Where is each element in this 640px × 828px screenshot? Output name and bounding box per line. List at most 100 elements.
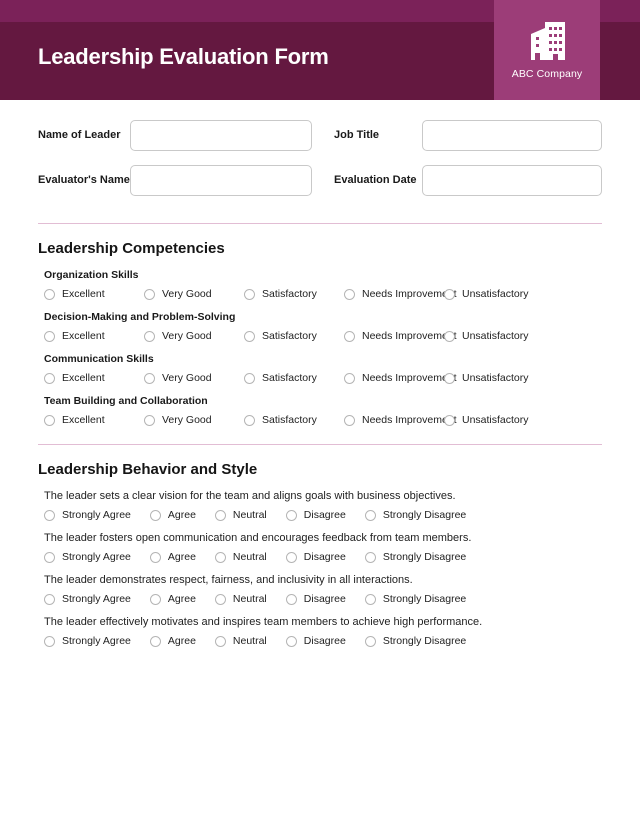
evaluation-date-input[interactable]: [422, 165, 602, 196]
radio-circle-icon[interactable]: [364, 509, 376, 521]
radio-option[interactable]: Strongly Disagree: [364, 593, 466, 605]
behavior-section-title: Leadership Behavior and Style: [38, 461, 258, 478]
radio-option[interactable]: Disagree: [285, 509, 346, 521]
radio-option[interactable]: Satisfactory: [244, 414, 344, 426]
radio-circle-icon[interactable]: [344, 288, 355, 300]
radio-circle-icon[interactable]: [44, 288, 55, 300]
radio-circle-icon[interactable]: [44, 551, 55, 563]
radio-option[interactable]: Disagree: [285, 593, 346, 605]
competency-label: Team Building and Collaboration: [44, 395, 208, 407]
radio-circle-icon[interactable]: [344, 330, 355, 342]
radio-circle-icon[interactable]: [149, 551, 161, 563]
radio-option[interactable]: Neutral: [214, 635, 267, 647]
radio-option[interactable]: Disagree: [285, 635, 346, 647]
name-of-leader-input[interactable]: [130, 120, 312, 151]
radio-option-label: Excellent: [62, 372, 105, 384]
radio-option-label: Unsatisfactory: [462, 330, 529, 342]
radio-circle-icon[interactable]: [144, 288, 155, 300]
radio-circle-icon[interactable]: [214, 635, 226, 647]
radio-option[interactable]: Strongly Agree: [44, 635, 131, 647]
radio-option-label: Excellent: [62, 330, 105, 342]
radio-circle-icon[interactable]: [244, 288, 255, 300]
radio-circle-icon[interactable]: [244, 330, 255, 342]
evaluation-date-label: Evaluation Date: [334, 173, 417, 186]
radio-option[interactable]: Strongly Disagree: [364, 551, 466, 563]
radio-circle-icon[interactable]: [149, 635, 161, 647]
radio-circle-icon[interactable]: [364, 635, 376, 647]
radio-circle-icon[interactable]: [244, 414, 255, 426]
radio-circle-icon[interactable]: [344, 414, 355, 426]
radio-option[interactable]: Satisfactory: [244, 288, 344, 300]
radio-option[interactable]: Neutral: [214, 551, 267, 563]
radio-option[interactable]: Excellent: [44, 288, 144, 300]
radio-option[interactable]: Disagree: [285, 551, 346, 563]
radio-circle-icon[interactable]: [285, 509, 297, 521]
radio-circle-icon[interactable]: [44, 509, 55, 521]
radio-option[interactable]: Agree: [149, 509, 196, 521]
company-logo-label: ABC Company: [511, 68, 583, 80]
radio-option[interactable]: Very Good: [144, 372, 244, 384]
radio-option[interactable]: Strongly Agree: [44, 593, 131, 605]
respondent-fields: Name of Leader Job Title Evaluator's Nam…: [0, 120, 640, 196]
radio-option[interactable]: Strongly Disagree: [364, 509, 466, 521]
radio-option[interactable]: Satisfactory: [244, 372, 344, 384]
radio-option-label: Strongly Disagree: [382, 635, 467, 647]
radio-circle-icon[interactable]: [44, 330, 55, 342]
radio-option[interactable]: Agree: [149, 635, 196, 647]
radio-circle-icon[interactable]: [344, 372, 355, 384]
radio-option[interactable]: Excellent: [44, 414, 144, 426]
radio-option[interactable]: Strongly Disagree: [364, 635, 467, 647]
radio-option[interactable]: Unsatisfactory: [444, 414, 544, 426]
radio-option[interactable]: Needs Improvement: [344, 414, 457, 426]
radio-circle-icon[interactable]: [44, 593, 55, 605]
radio-option-label: Agree: [167, 593, 196, 605]
radio-option[interactable]: Unsatisfactory: [444, 372, 544, 384]
radio-option-label: Strongly Agree: [62, 635, 131, 647]
radio-option[interactable]: Excellent: [44, 330, 144, 342]
radio-group: Strongly Agree Agree Neutral Disagree Strong…: [44, 635, 602, 647]
radio-option[interactable]: Neutral: [214, 593, 267, 605]
radio-option-label: Needs Improvement: [362, 330, 457, 342]
company-logo-box: ABC Company: [494, 0, 600, 100]
radio-option[interactable]: Very Good: [144, 330, 244, 342]
radio-option[interactable]: Needs Improvement: [344, 288, 457, 300]
radio-circle-icon[interactable]: [44, 635, 55, 647]
radio-group: Strongly Agree Agree Neutral Disagree Strong…: [44, 509, 602, 521]
radio-option[interactable]: Very Good: [144, 414, 244, 426]
radio-option[interactable]: Strongly Agree: [44, 509, 131, 521]
radio-circle-icon[interactable]: [364, 593, 376, 605]
radio-option[interactable]: Unsatisfactory: [444, 330, 544, 342]
radio-circle-icon[interactable]: [285, 593, 297, 605]
radio-circle-icon[interactable]: [244, 372, 255, 384]
job-title-input[interactable]: [422, 120, 602, 151]
radio-option[interactable]: Agree: [149, 593, 196, 605]
radio-circle-icon[interactable]: [44, 414, 55, 426]
radio-circle-icon[interactable]: [444, 288, 455, 300]
radio-circle-icon[interactable]: [149, 593, 161, 605]
radio-circle-icon[interactable]: [285, 635, 297, 647]
radio-option[interactable]: Agree: [149, 551, 196, 563]
radio-circle-icon[interactable]: [214, 509, 226, 521]
radio-option[interactable]: Excellent: [44, 372, 144, 384]
radio-circle-icon[interactable]: [444, 330, 455, 342]
radio-circle-icon[interactable]: [364, 551, 376, 563]
radio-option[interactable]: Needs Improvement: [344, 372, 457, 384]
radio-option[interactable]: Strongly Agree: [44, 551, 131, 563]
radio-circle-icon[interactable]: [285, 551, 297, 563]
radio-option[interactable]: Very Good: [144, 288, 244, 300]
divider-middle: [38, 444, 602, 445]
radio-circle-icon[interactable]: [444, 414, 455, 426]
radio-option[interactable]: Unsatisfactory: [444, 288, 544, 300]
radio-option[interactable]: Satisfactory: [244, 330, 344, 342]
radio-circle-icon[interactable]: [144, 372, 155, 384]
radio-circle-icon[interactable]: [149, 509, 161, 521]
radio-circle-icon[interactable]: [214, 593, 226, 605]
radio-circle-icon[interactable]: [144, 330, 155, 342]
radio-circle-icon[interactable]: [444, 372, 455, 384]
radio-circle-icon[interactable]: [144, 414, 155, 426]
radio-circle-icon[interactable]: [214, 551, 226, 563]
radio-circle-icon[interactable]: [44, 372, 55, 384]
radio-option[interactable]: Neutral: [214, 509, 267, 521]
evaluator-name-input[interactable]: [130, 165, 312, 196]
radio-option[interactable]: Needs Improvement: [344, 330, 457, 342]
